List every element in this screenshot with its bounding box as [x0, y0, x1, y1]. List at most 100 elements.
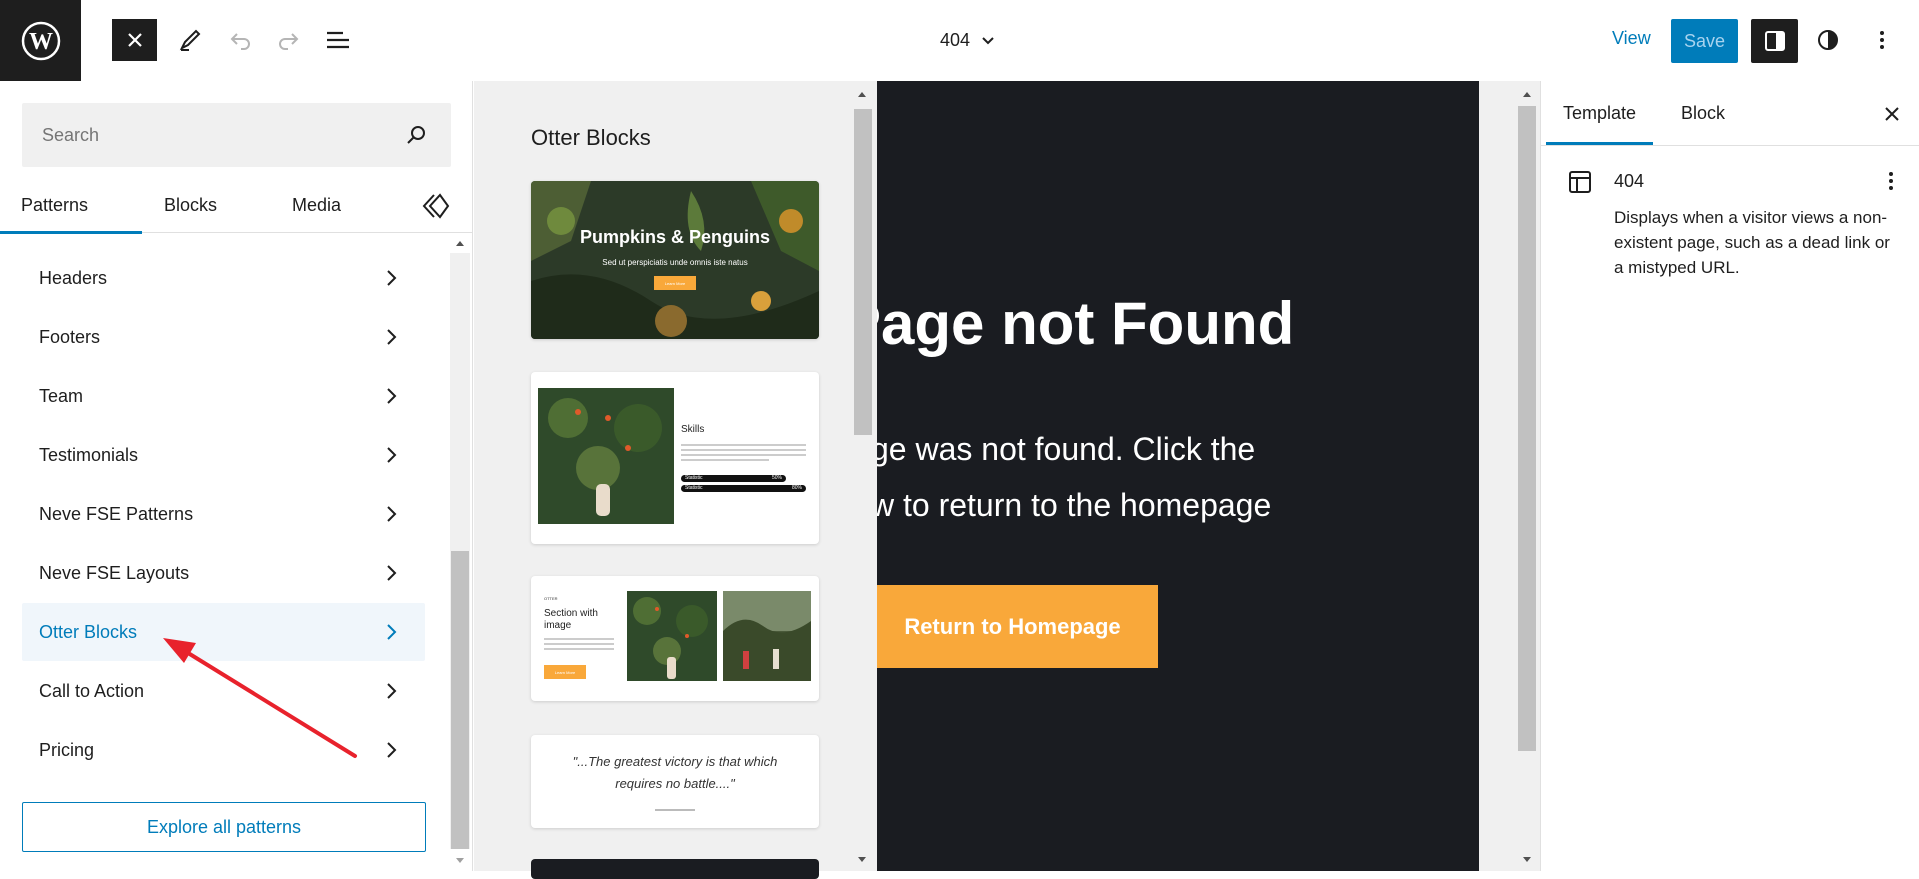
skill-bar-2: Statistic 80% [681, 485, 806, 492]
category-testimonials[interactable]: Testimonials [22, 426, 425, 484]
category-call-to-action[interactable]: Call to Action [22, 662, 425, 720]
tab-patterns-indicator [0, 177, 142, 234]
scroll-up-arrow-icon[interactable] [852, 87, 872, 101]
skill-bar-value: 50% [771, 475, 782, 481]
tab-template[interactable]: Template [1545, 81, 1654, 145]
category-scrollbar[interactable] [450, 233, 470, 871]
settings-sidebar: Template Block 404 Displays when a visit… [1540, 81, 1919, 871]
quote-author-line [655, 809, 695, 811]
category-footers[interactable]: Footers [22, 308, 425, 366]
template-description: Displays when a visitor views a non-exis… [1614, 208, 1890, 277]
chevron-right-icon [387, 270, 397, 286]
document-overview-button[interactable] [320, 22, 356, 58]
preview-scrollbar[interactable] [852, 87, 872, 871]
section-button: Learn More [544, 665, 586, 679]
section-kicker: OTTER [544, 596, 558, 601]
category-team[interactable]: Team [22, 367, 425, 425]
chevron-right-icon [387, 624, 397, 640]
styles-button[interactable] [1810, 22, 1846, 58]
scroll-down-arrow-icon[interactable] [852, 853, 872, 867]
save-button[interactable]: Save [1671, 19, 1738, 63]
tab-blocks[interactable]: Blocks [164, 177, 217, 233]
pencil-icon [179, 29, 201, 51]
search-input[interactable] [22, 103, 451, 167]
chevron-right-icon [387, 388, 397, 404]
category-label: Headers [39, 267, 108, 288]
skill-bar-label: Statistic [685, 475, 703, 481]
pattern-partial-dark[interactable] [531, 859, 819, 879]
document-title-dropdown[interactable]: 404 [940, 22, 996, 58]
scrollbar-thumb[interactable] [1518, 106, 1536, 751]
pattern-preview-panel: Otter Blocks Pumpkins & Penguins Sed ut … [474, 81, 877, 879]
list-view-icon [327, 31, 349, 49]
hero-subtext: Sed ut perspiciatis unde omnis iste natu… [602, 258, 748, 267]
category-neve-fse-patterns[interactable]: Neve FSE Patterns [22, 485, 425, 543]
category-label: Pricing [39, 739, 95, 760]
category-pricing[interactable]: Pricing [22, 721, 425, 779]
top-toolbar: W 404 View Save [0, 0, 1919, 81]
scroll-down-arrow-icon[interactable] [450, 851, 470, 871]
scrollbar-thumb[interactable] [854, 109, 872, 435]
category-otter-blocks[interactable]: Otter Blocks [22, 603, 425, 661]
category-label: Neve FSE Layouts [39, 562, 190, 583]
view-link[interactable]: View [1612, 28, 1651, 49]
section-text-lines [544, 638, 614, 653]
more-vertical-icon[interactable] [1879, 169, 1903, 193]
chevron-right-icon [387, 447, 397, 463]
category-headers[interactable]: Headers [22, 249, 425, 307]
category-label: Neve FSE Patterns [39, 503, 194, 524]
canvas-scroll-gutter [1479, 81, 1540, 871]
undo-icon [230, 33, 250, 50]
pattern-quote[interactable]: "...The greatest victory is that which r… [531, 735, 819, 828]
inserter-tabs: Patterns Blocks Media [0, 177, 473, 234]
chevron-right-icon [387, 329, 397, 345]
page-heading[interactable]: Page not Found [877, 289, 1294, 358]
editor-canvas[interactable]: Page not Found ge was not found. Click t… [877, 81, 1479, 871]
pattern-category-list: Headers Footers Team Testimonials Neve F… [22, 249, 425, 780]
return-to-homepage-button[interactable]: Return to Homepage [877, 585, 1158, 668]
jungle-painting-image [538, 388, 674, 524]
tab-block[interactable]: Block [1681, 81, 1725, 145]
skill-bar-value: 80% [791, 485, 802, 491]
category-neve-fse-layouts[interactable]: Neve FSE Layouts [22, 544, 425, 602]
close-inserter-button[interactable] [112, 19, 157, 61]
close-icon [127, 33, 142, 47]
section-heading: Section with image [544, 608, 598, 631]
category-label: Call to Action [39, 680, 145, 701]
wordpress-icon: W [21, 21, 60, 60]
chevron-right-icon [387, 506, 397, 522]
skills-text-lines [681, 444, 806, 461]
close-icon[interactable] [1881, 103, 1903, 125]
pattern-skills[interactable]: Skills Statistic 50% Statistic 80% [531, 372, 819, 544]
chevron-right-icon [387, 565, 397, 581]
scroll-up-arrow-icon[interactable] [1517, 87, 1537, 101]
search-icon [407, 126, 425, 144]
scroll-down-arrow-icon[interactable] [1517, 853, 1537, 867]
scrollbar-thumb[interactable] [451, 551, 469, 849]
undo-button[interactable] [222, 22, 258, 58]
tools-button[interactable] [172, 22, 208, 58]
wordpress-logo[interactable]: W [0, 0, 81, 81]
page-description[interactable]: ge was not found. Click the w to return … [877, 421, 1271, 533]
overview-icon[interactable] [420, 191, 450, 221]
pattern-section-with-image[interactable]: OTTER Section with image Learn More [531, 576, 819, 701]
hero-button: Learn More [654, 276, 696, 290]
block-inserter-panel: Patterns Blocks Media Headers Footers Te… [0, 81, 473, 871]
chevron-right-icon [387, 683, 397, 699]
description-line-2: w to return to the homepage [877, 487, 1272, 523]
options-menu-button[interactable] [1864, 22, 1900, 58]
hero-heading: Pumpkins & Penguins [579, 227, 771, 247]
description-line-1: ge was not found. Click the [877, 431, 1256, 467]
pattern-hero[interactable]: Pumpkins & Penguins Sed ut perspiciatis … [531, 181, 819, 339]
skills-heading: Skills [681, 424, 705, 435]
scroll-up-arrow-icon[interactable] [450, 233, 470, 253]
category-label: Footers [39, 326, 101, 347]
tab-media[interactable]: Media [292, 177, 341, 233]
half-circle-icon [1818, 30, 1838, 50]
chevron-right-icon [387, 742, 397, 758]
settings-toggle-button[interactable] [1751, 19, 1798, 63]
redo-button[interactable] [271, 22, 307, 58]
explore-all-patterns-button[interactable]: Explore all patterns [22, 802, 426, 852]
category-label: Testimonials [39, 444, 139, 465]
category-label: Otter Blocks [39, 621, 138, 642]
